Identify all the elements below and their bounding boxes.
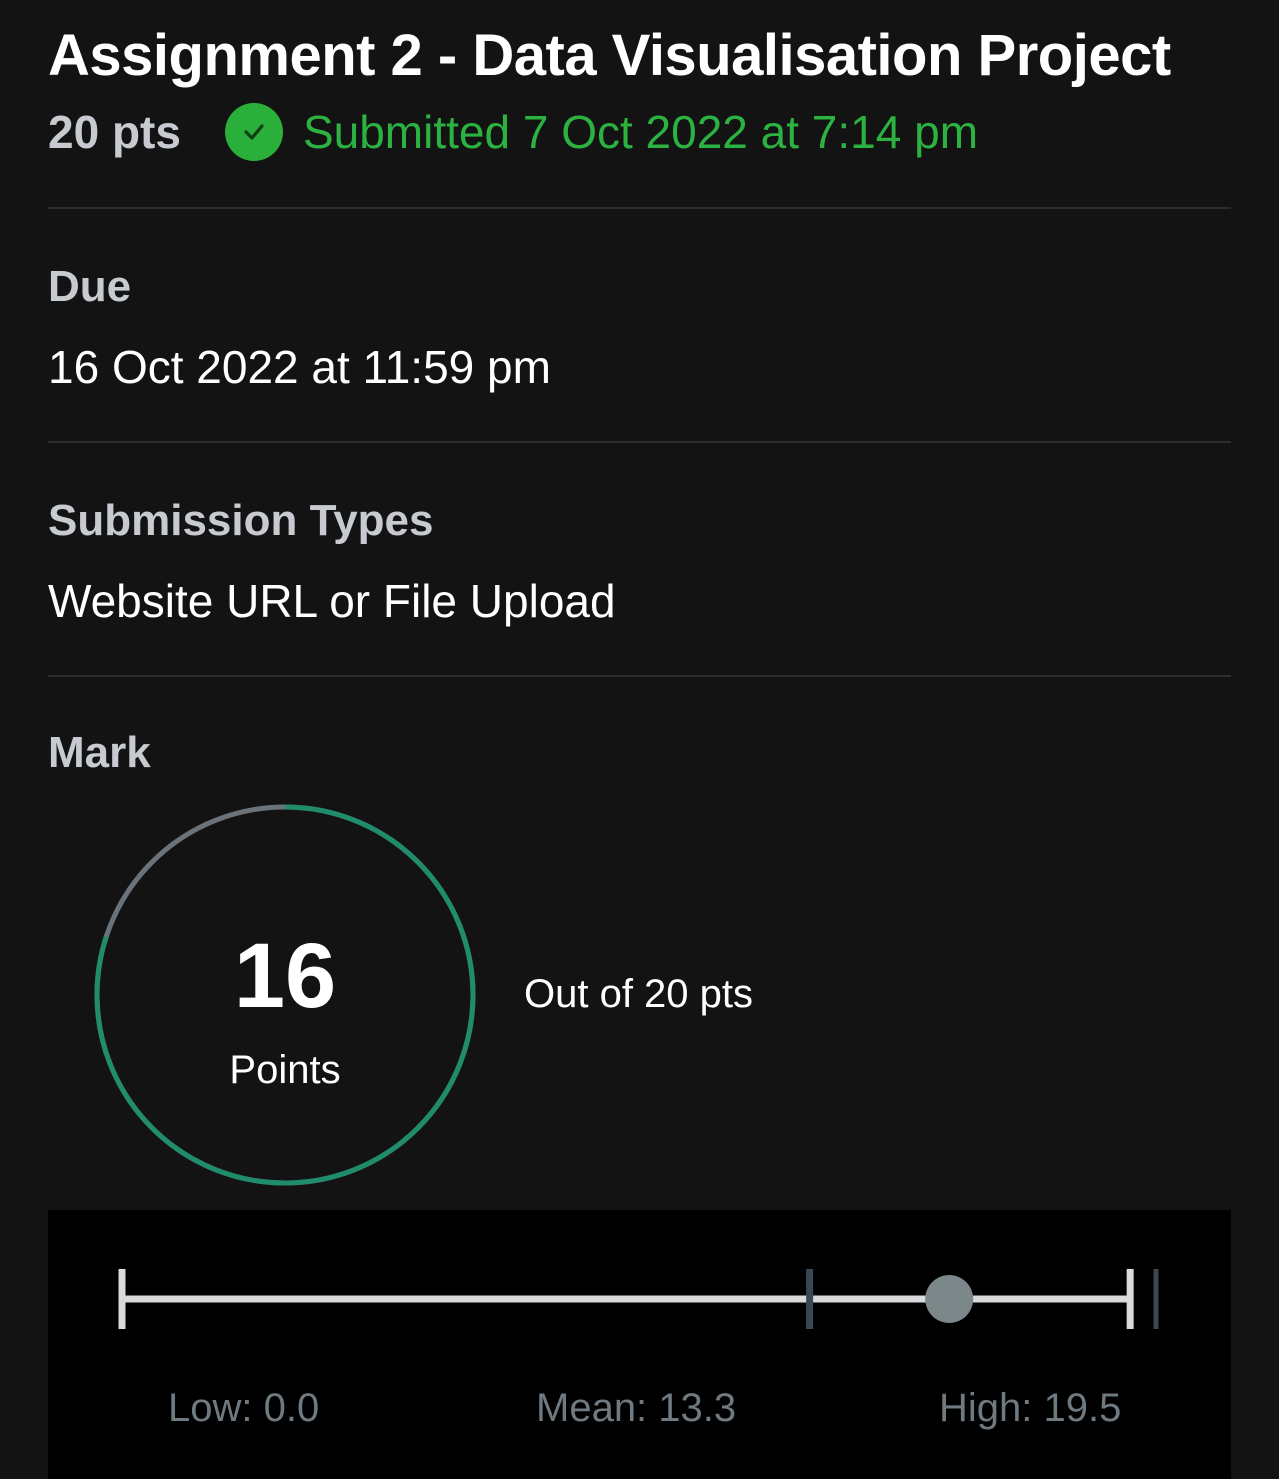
score-unit: Points xyxy=(229,1048,341,1092)
submission-status-text: Submitted 7 Oct 2022 at 7:14 pm xyxy=(302,106,979,158)
divider xyxy=(48,441,1231,443)
check-circle-icon xyxy=(224,103,283,161)
due-date: 16 Oct 2022 at 11:59 pm xyxy=(48,341,551,393)
mean-stat: Mean: 13.3 xyxy=(536,1386,737,1430)
assignment-meta-row: 20 pts Submitted 7 Oct 2022 at 7:14 pm xyxy=(48,100,978,164)
mark-label: Mark xyxy=(48,728,151,777)
score-value: 16 xyxy=(233,925,337,1027)
due-label: Due xyxy=(48,262,132,311)
low-stat: Low: 0.0 xyxy=(168,1386,320,1430)
divider xyxy=(48,207,1231,209)
assignment-title: Assignment 2 - Data Visualisation Projec… xyxy=(48,23,1171,88)
high-stat: High: 19.5 xyxy=(939,1386,1122,1430)
submission-types-label: Submission Types xyxy=(48,496,434,545)
divider xyxy=(48,675,1231,677)
submission-status: Submitted 7 Oct 2022 at 7:14 pm xyxy=(224,103,979,161)
assignment-details-page: Assignment 2 - Data Visualisation Projec… xyxy=(0,0,1279,1479)
score-out-of: Out of 20 pts xyxy=(524,972,754,1016)
your-score-marker xyxy=(925,1275,974,1323)
grade-distribution-bar xyxy=(118,1269,1159,1329)
points-possible: 20 pts xyxy=(48,106,181,158)
submission-types-value: Website URL or File Upload xyxy=(48,575,616,627)
grade-statistics-panel: Low: 0.0 Mean: 13.3 High: 19.5 xyxy=(48,1210,1231,1479)
